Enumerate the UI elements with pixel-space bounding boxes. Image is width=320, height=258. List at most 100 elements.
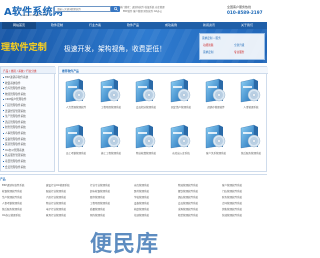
main-nav: 网站首页 软件定制 行业方案 软件产品 成功案例 新闻资讯 关于我们 [0,22,267,29]
site-logo[interactable]: A软件系统网 www.zxruanjian.com [0,3,63,19]
banner-tag: 专业服务 [234,51,245,54]
product-card[interactable]: 进销存管理软件 [199,78,233,114]
directory-link[interactable]: 会员管理软件系统 [178,201,221,206]
software-box-icon [170,124,191,149]
search-box[interactable] [54,6,111,12]
nav-item-home[interactable]: 网站首页 [2,22,36,29]
search-button[interactable] [111,6,120,12]
nav-item-products[interactable]: 软件产品 [116,22,150,29]
directory-link[interactable]: 生产管理软件系统 [2,195,45,200]
product-name: 人事管理系统 [243,106,259,109]
directory-link[interactable]: 工程项目管理系统 [90,201,133,206]
product-name: 售后服务管理系统 [240,152,261,155]
directory-link[interactable]: 收银管理软件系统 [2,189,45,194]
product-name: 会员积分管理系统 [135,106,156,109]
directory-link[interactable]: 医药管理系统 [134,189,177,194]
banner-feature-box: 需求定制 • 服务 功能新颖 全新升级 需求定制 专业服务 [199,33,265,60]
directory-link[interactable]: 物流管理软件系统 [178,183,221,188]
directory-link[interactable]: 酒店管理软件系统 [178,195,221,200]
product-card[interactable]: 仓库出入库系统 [164,124,198,160]
directory-link[interactable]: 汽修行业管理系统 [46,195,89,200]
product-card[interactable]: 员工考勤管理系统 [59,124,93,160]
directory-link[interactable]: 客户管理软件系统 [222,183,265,188]
directory-link[interactable]: 门店管理软件系统 [222,189,265,194]
directory-link[interactable]: 物业行业管理系统 [46,201,89,206]
search-input[interactable] [55,7,110,12]
directory-link[interactable]: ERP进销存软件系统 [2,183,45,188]
directory-link[interactable]: 设备管理系统 [134,201,177,206]
products-heading: 推荐软件产品 [62,69,79,73]
product-card[interactable]: 人事管理系统 [234,78,268,114]
directory-link[interactable]: 预约管理系统 [90,213,133,218]
directory-link[interactable]: 超市收银管理系统 [90,189,133,194]
nav-item-custom[interactable]: 软件定制 [40,22,74,29]
directory-link[interactable]: 销售管理软件系统 [222,207,265,212]
software-box-icon [100,124,121,149]
product-card[interactable]: 售后服务管理系统 [234,124,268,160]
link-directory: 产品 ERP进销存软件系统 建设行业OA管理系统 行业专业管理系统 仓库管理系统 物流管… [0,174,267,234]
sidebar-header: 产品 / 类别 / 系统 / 行业分类 [1,67,56,74]
logo-subtitle: www.zxruanjian.com [22,14,47,17]
directory-link[interactable]: 图书管理系统 [90,195,133,200]
directory-link[interactable]: 人事考勤管理系统 [2,201,45,206]
product-card[interactable]: 客户关系管理系统 [199,124,233,160]
product-name: 仓库出入库系统 [172,152,190,155]
software-box-icon [205,78,226,103]
software-box-icon [135,78,156,103]
product-card[interactable]: 固定资产管理系统 [164,78,198,114]
nav-item-solutions[interactable]: 行业方案 [78,22,112,29]
nav-item-cases[interactable]: 成功案例 [154,22,188,29]
products-header: 推荐软件产品 [59,67,268,74]
directory-link[interactable]: 建设行业OA管理系统 [46,183,89,188]
directory-link[interactable]: 电子行业管理系统 [46,207,89,212]
banner-tag: 全新升级 [234,44,245,47]
software-box-icon [240,78,261,103]
links-heading: 产品 [0,177,6,181]
banner-title: 理软件定制 [1,43,48,53]
software-box-icon [205,124,226,149]
directory-link[interactable]: 财务管理软件系统 [222,195,265,200]
directory-link[interactable]: OA办公管理系统 [2,213,45,218]
directory-link[interactable]: 售后服务管理系统 [2,207,45,212]
product-name: 物业收费管理系统 [135,152,156,155]
directory-link[interactable]: 档案管理系统 [134,207,177,212]
product-card[interactable]: 施工工程管理系统 [94,124,128,160]
banner-tag: 需求定制 [203,51,214,54]
banner-slogan: 极速开发，架构视角，收费更低！ [64,45,166,53]
hot-search-words-2[interactable]: ERP软件 客户管理 财务软件 OA办公 [123,9,162,13]
directory-link[interactable]: 学校管理系统 [134,195,177,200]
software-box-icon [240,124,261,149]
directory-link[interactable]: 服装行业管理系统 [46,189,89,194]
directory-link[interactable]: 餐饮管理软件系统 [178,189,221,194]
directory-link[interactable]: 质量管理系统 [90,207,133,212]
category-sidebar: 产品 / 类别 / 系统 / 行业分类 ERP进销存软件系统 收银系统软件 仓库… [0,66,56,172]
hero-banner[interactable]: 理软件定制 极速开发，架构视角，收费更低！ 需求定制 • 服务 功能新颖 全新升… [0,29,267,63]
directory-link[interactable]: 采购管理软件系统 [178,207,221,212]
directory-link[interactable]: 家具行业管理系统 [46,213,89,218]
product-name: 客户关系管理系统 [205,152,226,155]
product-name: 施工工程管理系统 [100,152,121,155]
directory-link[interactable]: 培训管理系统 [134,213,177,218]
software-box-icon [65,124,86,149]
banner-box-title: 需求定制 • 服务 [202,37,221,40]
banner-tag: 功能新颖 [203,44,214,47]
nav-item-news[interactable]: 新闻资讯 [192,22,226,29]
hotline-number: 010-8589-2197 [227,10,263,15]
software-box-icon [100,78,121,103]
sidebar-heading: 产品 / 类别 / 系统 / 行业分类 [3,70,37,73]
product-card[interactable]: 物业收费管理系统 [129,124,163,160]
directory-link[interactable]: 租赁管理软件系统 [178,213,221,218]
product-card[interactable]: 会员积分管理系统 [129,78,163,114]
directory-link[interactable]: 合同管理软件系统 [222,201,265,206]
software-box-icon [170,78,191,103]
product-panel: 推荐软件产品 人力资源管理软件 工程项目管理系统 会员积分管理系统 固定资产管理系统 进… [58,66,268,172]
product-card[interactable]: 人力资源管理软件 [59,78,93,114]
sidebar-item[interactable]: 会员管理软件系统 [3,165,26,171]
nav-item-about[interactable]: 关于我们 [230,22,264,29]
product-name: 工程项目管理系统 [100,106,121,109]
directory-link[interactable]: 快递管理软件系统 [222,213,265,218]
directory-link[interactable]: 仓库管理系统 [134,183,177,188]
site-header: A软件系统网 www.zxruanjian.com 热门搜索：进销存软件 收银系… [0,0,267,22]
directory-link[interactable]: 行业专业管理系统 [90,183,133,188]
product-card[interactable]: 工程项目管理系统 [94,78,128,114]
